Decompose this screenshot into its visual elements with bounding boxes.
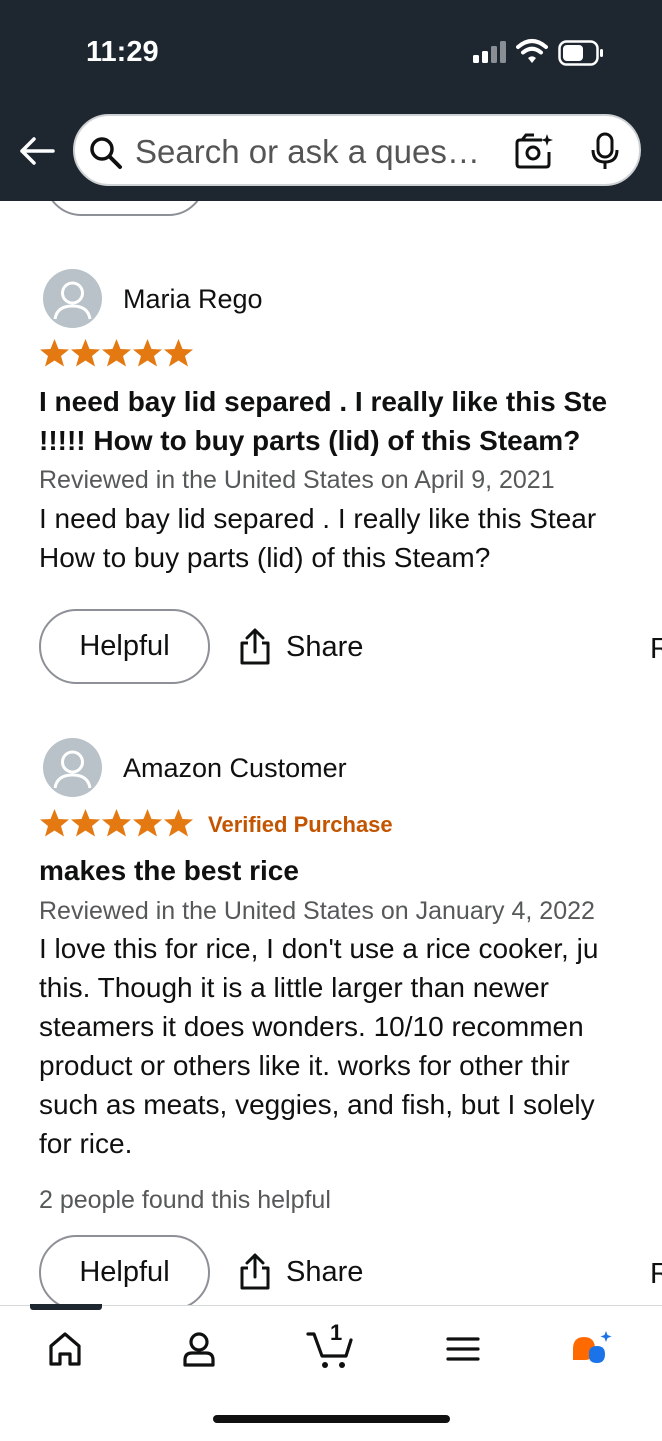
- star-icon: [102, 339, 131, 367]
- camera-search-icon[interactable]: [514, 132, 554, 170]
- review-date: Reviewed in the United States on April 9…: [39, 466, 555, 494]
- share-icon: [240, 1253, 270, 1290]
- share-button[interactable]: Share: [238, 1247, 363, 1297]
- status-time: 11:29: [86, 36, 159, 68]
- cellular-signal-icon: [473, 41, 506, 63]
- review-body: I love this for rice, I don't use a rice…: [39, 929, 598, 1163]
- reviewer-name[interactable]: Amazon Customer: [123, 753, 347, 784]
- star-icon: [164, 339, 193, 367]
- wifi-icon: [516, 39, 548, 63]
- review-body-line: How to buy parts (lid) of this Steam?: [39, 542, 491, 573]
- report-button[interactable]: R: [650, 1258, 662, 1291]
- review-body-line: steamers it does wonders. 10/10 recommen: [39, 1011, 584, 1042]
- person-icon: [53, 750, 92, 789]
- back-arrow-icon[interactable]: [17, 131, 57, 171]
- review-body-line: for rice.: [39, 1128, 133, 1159]
- review-title-line: makes the best rice: [39, 855, 299, 886]
- home-icon[interactable]: [45, 1329, 85, 1369]
- star-icon: [40, 339, 69, 367]
- rufus-icon[interactable]: [569, 1329, 613, 1369]
- review-title[interactable]: makes the best rice: [39, 851, 299, 890]
- person-icon: [53, 281, 92, 320]
- star-icon: [102, 809, 131, 837]
- search-bar[interactable]: [73, 114, 641, 186]
- star-icon: [40, 809, 69, 837]
- reviewer-name[interactable]: Maria Rego: [123, 284, 263, 315]
- review-title[interactable]: I need bay lid separed . I really like t…: [39, 382, 607, 460]
- battery-icon: [558, 40, 603, 66]
- helpful-button[interactable]: Helpful: [39, 609, 210, 684]
- verified-purchase-badge: Verified Purchase: [208, 812, 393, 837]
- review-title-line: !!!!! How to buy parts (lid) of this Ste…: [39, 425, 581, 456]
- review-body: I need bay lid separed . I really like t…: [39, 499, 596, 577]
- share-button[interactable]: Share: [238, 622, 363, 672]
- home-indicator: [213, 1415, 450, 1423]
- share-label: Share: [286, 1255, 364, 1288]
- avatar: [43, 269, 102, 328]
- microphone-icon[interactable]: [590, 132, 620, 170]
- star-icon: [133, 809, 162, 837]
- helpful-button[interactable]: Helpful: [39, 1235, 210, 1305]
- share-icon: [240, 628, 270, 665]
- review-body-line: I need bay lid separed . I really like t…: [39, 503, 597, 534]
- review-title-line: I need bay lid separed . I really like t…: [39, 386, 608, 417]
- search-icon: [90, 137, 122, 169]
- account-icon[interactable]: [179, 1329, 219, 1369]
- active-tab-indicator: [30, 1304, 102, 1310]
- star-rating: [39, 338, 194, 368]
- share-label: Share: [286, 630, 364, 663]
- review-body-line: such as meats, veggies, and fish, but I …: [39, 1089, 595, 1120]
- star-icon: [164, 809, 193, 837]
- review-body-line: product or others like it. works for oth…: [39, 1050, 570, 1081]
- report-button[interactable]: R: [650, 633, 662, 666]
- star-rating: [39, 808, 194, 838]
- star-icon: [133, 339, 162, 367]
- avatar: [43, 738, 102, 797]
- previous-helpful-button[interactable]: [44, 201, 206, 216]
- cart-count: 1: [330, 1320, 343, 1345]
- star-icon: [71, 339, 100, 367]
- top-bar: 11:29: [0, 0, 662, 201]
- menu-icon[interactable]: [443, 1329, 483, 1369]
- reviews-list[interactable]: Maria Rego I need bay lid separed . I re…: [0, 201, 662, 1305]
- review-date: Reviewed in the United States on January…: [39, 897, 595, 925]
- star-icon: [71, 809, 100, 837]
- review-body-line: this. Though it is a little larger than …: [39, 972, 549, 1003]
- review-body-line: I love this for rice, I don't use a rice…: [39, 933, 599, 964]
- search-input[interactable]: [135, 130, 501, 174]
- helpful-count: 2 people found this helpful: [39, 1186, 331, 1214]
